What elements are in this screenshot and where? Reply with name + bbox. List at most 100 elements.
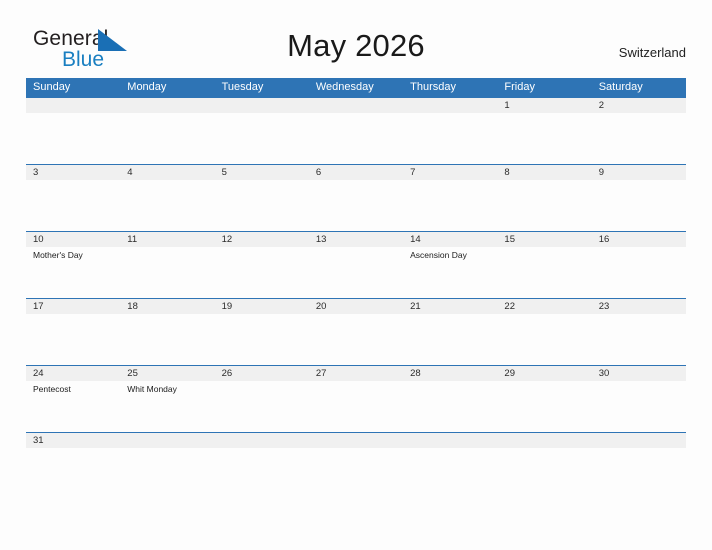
page-title: May 2026	[287, 28, 425, 63]
day-cell[interactable]: 8	[497, 165, 591, 180]
day-number: 3	[33, 167, 39, 178]
event-cell[interactable]	[215, 314, 309, 366]
event-cell[interactable]	[309, 180, 403, 232]
day-cell[interactable]: 14	[403, 232, 497, 247]
event-cell[interactable]	[497, 180, 591, 232]
day-cell[interactable]	[120, 98, 214, 113]
event-cell[interactable]	[120, 247, 214, 299]
day-cell[interactable]: 3	[26, 165, 120, 180]
weekday-friday: Friday	[504, 81, 535, 93]
event-cell[interactable]: Whit Monday	[120, 381, 214, 433]
day-cell[interactable]: 12	[215, 232, 309, 247]
day-number: 28	[410, 368, 421, 379]
event-cell[interactable]	[309, 113, 403, 165]
day-cell[interactable]	[309, 98, 403, 113]
day-cell[interactable]: 1	[497, 98, 591, 113]
event-cell[interactable]	[120, 180, 214, 232]
day-cell[interactable]	[26, 98, 120, 113]
day-cell[interactable]: 28	[403, 366, 497, 381]
event-cell[interactable]	[497, 381, 591, 433]
event-cell[interactable]: Mother's Day	[26, 247, 120, 299]
event-cell[interactable]	[120, 314, 214, 366]
event-cell[interactable]	[403, 113, 497, 165]
event-cell[interactable]	[215, 247, 309, 299]
day-cell[interactable]: 19	[215, 299, 309, 314]
day-cell[interactable]	[592, 433, 686, 448]
day-cell[interactable]: 30	[592, 366, 686, 381]
day-cell[interactable]: 9	[592, 165, 686, 180]
event-cell[interactable]	[309, 247, 403, 299]
day-cell[interactable]: 2	[592, 98, 686, 113]
day-number: 18	[127, 301, 138, 312]
event-cell[interactable]	[592, 381, 686, 433]
day-cell[interactable]: 25	[120, 366, 214, 381]
day-cell[interactable]	[120, 433, 214, 448]
event-cell[interactable]: Pentecost	[26, 381, 120, 433]
day-cell[interactable]	[215, 98, 309, 113]
event-cell[interactable]	[215, 381, 309, 433]
day-cell[interactable]: 13	[309, 232, 403, 247]
day-cell[interactable]: 24	[26, 366, 120, 381]
week-row: 24 25 26 27 28 29 30 Pentecost Whit Mond…	[26, 365, 686, 432]
event-cell[interactable]	[309, 314, 403, 366]
event-cell[interactable]	[592, 314, 686, 366]
day-cell[interactable]: 31	[26, 433, 120, 448]
date-band: 17 18 19 20 21 22 23	[26, 299, 686, 314]
event-band	[26, 113, 686, 165]
day-cell[interactable]: 15	[497, 232, 591, 247]
day-cell[interactable]: 20	[309, 299, 403, 314]
event-cell[interactable]	[497, 113, 591, 165]
day-cell[interactable]	[403, 433, 497, 448]
event-cell[interactable]	[403, 180, 497, 232]
day-cell[interactable]	[309, 433, 403, 448]
day-number: 16	[598, 234, 610, 245]
day-number: 4	[127, 167, 133, 178]
event-cell[interactable]	[592, 113, 686, 165]
event-cell[interactable]	[309, 381, 403, 433]
event-cell[interactable]	[26, 314, 120, 366]
day-cell[interactable]: 27	[309, 366, 403, 381]
day-cell[interactable]: 29	[497, 366, 591, 381]
region-label: Switzerland	[618, 45, 686, 60]
day-cell[interactable]: 5	[215, 165, 309, 180]
day-cell[interactable]: 17	[26, 299, 120, 314]
day-number: 15	[504, 234, 515, 245]
event-cell[interactable]	[403, 381, 497, 433]
event-band: Mother's Day Ascension Day	[26, 247, 686, 299]
day-number: 14	[410, 234, 421, 245]
page-header: General Blue May 2026 Switzerland	[0, 0, 712, 72]
day-cell[interactable]: 11	[120, 232, 214, 247]
event-label: Ascension Day	[410, 250, 467, 260]
event-cell[interactable]	[26, 113, 120, 165]
event-cell[interactable]	[497, 314, 591, 366]
event-cell[interactable]	[592, 180, 686, 232]
event-cell[interactable]	[497, 247, 591, 299]
event-cell[interactable]	[592, 247, 686, 299]
day-cell[interactable]: 4	[120, 165, 214, 180]
event-cell[interactable]: Ascension Day	[403, 247, 497, 299]
day-number: 26	[221, 368, 233, 379]
event-cell[interactable]	[215, 113, 309, 165]
day-cell[interactable]: 7	[403, 165, 497, 180]
day-cell[interactable]: 16	[592, 232, 686, 247]
day-cell[interactable]: 26	[215, 366, 309, 381]
event-cell[interactable]	[26, 180, 120, 232]
week-row: 3 4 5 6 7 8 9	[26, 164, 686, 231]
day-number: 6	[315, 167, 322, 178]
day-cell[interactable]	[215, 433, 309, 448]
day-cell[interactable]	[497, 433, 591, 448]
day-number: 23	[598, 301, 610, 312]
day-cell[interactable]: 6	[309, 165, 403, 180]
day-cell[interactable]	[403, 98, 497, 113]
day-cell[interactable]: 10	[26, 232, 120, 247]
day-cell[interactable]: 18	[120, 299, 214, 314]
event-label: Mother's Day	[33, 250, 83, 260]
event-cell[interactable]	[215, 180, 309, 232]
day-cell[interactable]: 23	[592, 299, 686, 314]
day-number: 2	[598, 100, 604, 111]
event-cell[interactable]	[120, 113, 214, 165]
day-cell[interactable]: 22	[497, 299, 591, 314]
day-cell[interactable]: 21	[403, 299, 497, 314]
weekday-wednesday: Wednesday	[315, 81, 374, 93]
event-cell[interactable]	[403, 314, 497, 366]
